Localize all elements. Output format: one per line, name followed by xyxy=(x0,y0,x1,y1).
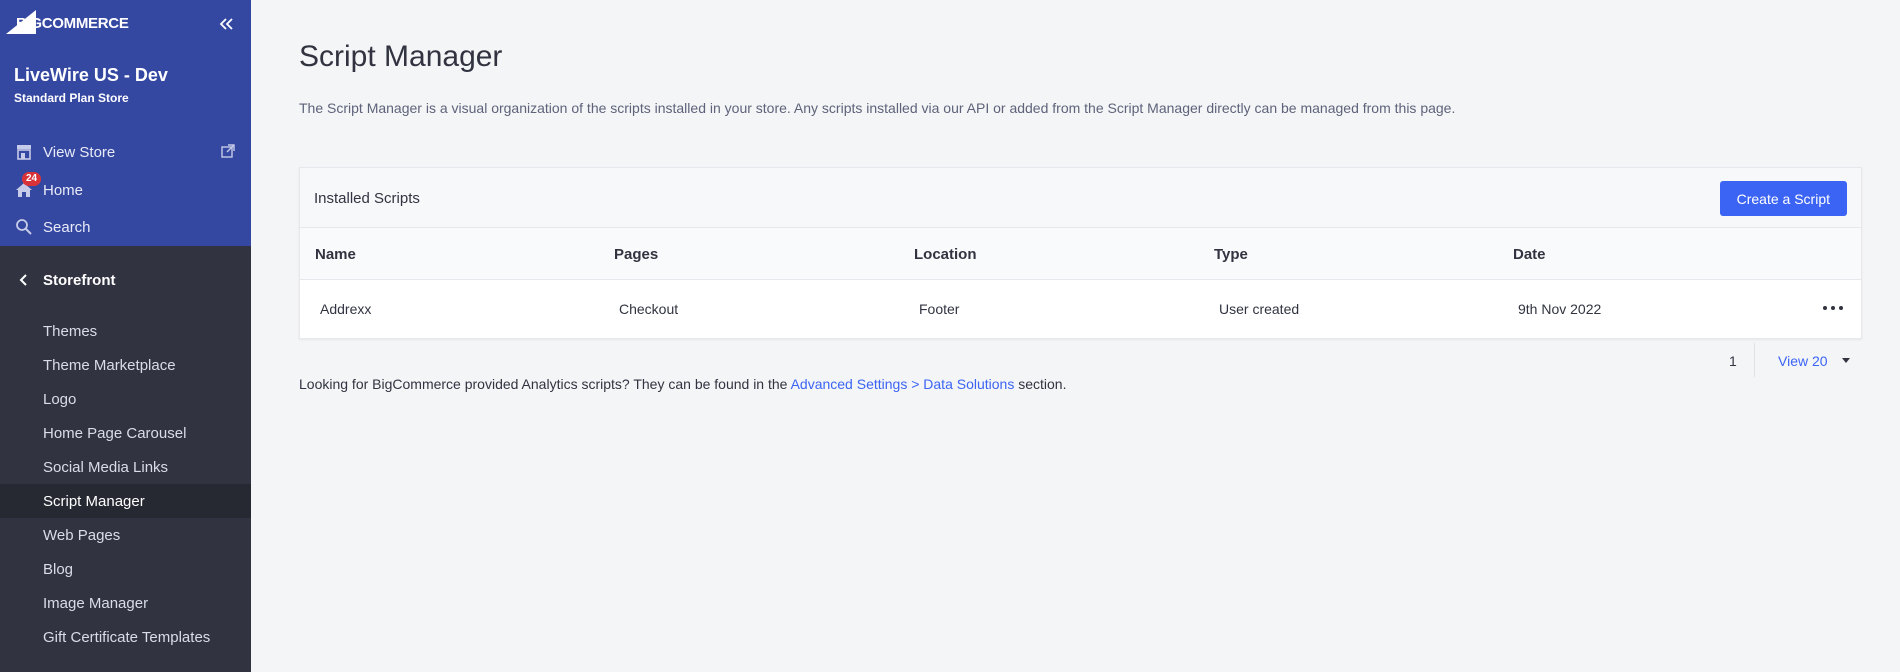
nav-view-store-label: View Store xyxy=(43,143,116,161)
storefront-back-button[interactable]: Storefront xyxy=(0,262,251,298)
row-actions-more-icon[interactable] xyxy=(1823,302,1843,314)
column-header-name[interactable]: Name xyxy=(315,246,356,263)
column-header-date[interactable]: Date xyxy=(1513,246,1546,263)
create-script-button[interactable]: Create a Script xyxy=(1719,181,1847,216)
cell-name: Addrexx xyxy=(320,301,372,317)
sidebar-item-script-manager[interactable]: Script Manager xyxy=(0,484,251,518)
pagination-view-select[interactable]: View 20 xyxy=(1778,353,1828,369)
column-header-pages[interactable]: Pages xyxy=(614,246,658,263)
sidebar-header: BIGCOMMERCE LiveWire US - Dev Standard P… xyxy=(0,0,251,246)
sidebar-item-label: Social Media Links xyxy=(43,458,169,476)
column-header-type[interactable]: Type xyxy=(1214,246,1248,263)
sidebar-item-theme-marketplace[interactable]: Theme Marketplace xyxy=(0,348,251,382)
bigcommerce-logo[interactable]: BIGCOMMERCE xyxy=(6,8,129,36)
column-header-location[interactable]: Location xyxy=(914,246,977,263)
logo-text: BIGCOMMERCE xyxy=(16,15,129,32)
installed-scripts-card: Installed Scripts Create a Script Name P… xyxy=(299,167,1862,339)
sidebar-item-label: Blog xyxy=(43,560,74,578)
cell-date: 9th Nov 2022 xyxy=(1518,301,1602,317)
collapse-sidebar-button[interactable] xyxy=(216,14,236,34)
sidebar-item-label: Web Pages xyxy=(43,526,121,544)
table-row: Addrexx Checkout Footer User created 9th… xyxy=(300,280,1861,339)
pagination-page-number[interactable]: 1 xyxy=(1729,353,1737,369)
sidebar-item-label: Theme Marketplace xyxy=(43,356,176,374)
main-content: Script Manager The Script Manager is a v… xyxy=(251,0,1900,672)
footnote-suffix: section. xyxy=(1014,376,1067,392)
storefront-title: Storefront xyxy=(43,271,116,289)
card-title: Installed Scripts xyxy=(314,190,420,207)
page-description: The Script Manager is a visual organizat… xyxy=(299,100,1456,116)
footnote-prefix: Looking for BigCommerce provided Analyti… xyxy=(299,376,791,392)
sidebar-item-label: Logo xyxy=(43,390,77,408)
analytics-footnote: Looking for BigCommerce provided Analyti… xyxy=(299,376,1066,392)
cell-pages: Checkout xyxy=(619,301,679,317)
sidebar-item-image-manager[interactable]: Image Manager xyxy=(0,586,251,620)
sidebar-item-web-pages[interactable]: Web Pages xyxy=(0,518,251,552)
sidebar-item-label: Gift Certificate Templates xyxy=(43,628,211,646)
store-plan: Standard Plan Store xyxy=(14,91,129,105)
sidebar-item-label: Script Manager xyxy=(43,492,145,510)
sidebar-item-logo[interactable]: Logo xyxy=(0,382,251,416)
cell-location: Footer xyxy=(919,301,960,317)
table-header: Name Pages Location Type Date xyxy=(300,228,1861,280)
page-title: Script Manager xyxy=(299,40,503,73)
sidebar-item-social-media-links[interactable]: Social Media Links xyxy=(0,450,251,484)
store-name: LiveWire US - Dev xyxy=(14,65,168,85)
external-link-icon[interactable] xyxy=(221,144,235,162)
data-solutions-link[interactable]: Advanced Settings > Data Solutions xyxy=(791,376,1015,392)
nav-search-label: Search xyxy=(43,218,91,236)
sidebar-item-label: Image Manager xyxy=(43,594,149,612)
notification-badge: 24 xyxy=(22,172,42,186)
card-header: Installed Scripts Create a Script xyxy=(300,168,1861,228)
sidebar-item-themes[interactable]: Themes xyxy=(0,314,251,348)
storefront-icon xyxy=(14,142,34,162)
pagination-divider xyxy=(1754,343,1755,377)
sidebar-item-gift-certificate-templates[interactable]: Gift Certificate Templates xyxy=(0,620,251,654)
search-icon xyxy=(14,217,34,237)
sidebar-item-label: Home Page Carousel xyxy=(43,424,187,442)
nav-view-store[interactable]: View Store xyxy=(0,136,251,168)
sidebar: BIGCOMMERCE LiveWire US - Dev Standard P… xyxy=(0,0,251,672)
sidebar-item-home-page-carousel[interactable]: Home Page Carousel xyxy=(0,416,251,450)
caret-down-icon[interactable] xyxy=(1842,358,1850,363)
double-chevron-left-icon xyxy=(219,18,233,30)
cell-type: User created xyxy=(1219,301,1300,317)
nav-home-label: Home xyxy=(43,181,84,199)
sidebar-item-label: Themes xyxy=(43,322,98,340)
sidebar-item-blog[interactable]: Blog xyxy=(0,552,251,586)
nav-search[interactable]: Search xyxy=(0,211,251,243)
chevron-left-icon xyxy=(19,274,27,286)
